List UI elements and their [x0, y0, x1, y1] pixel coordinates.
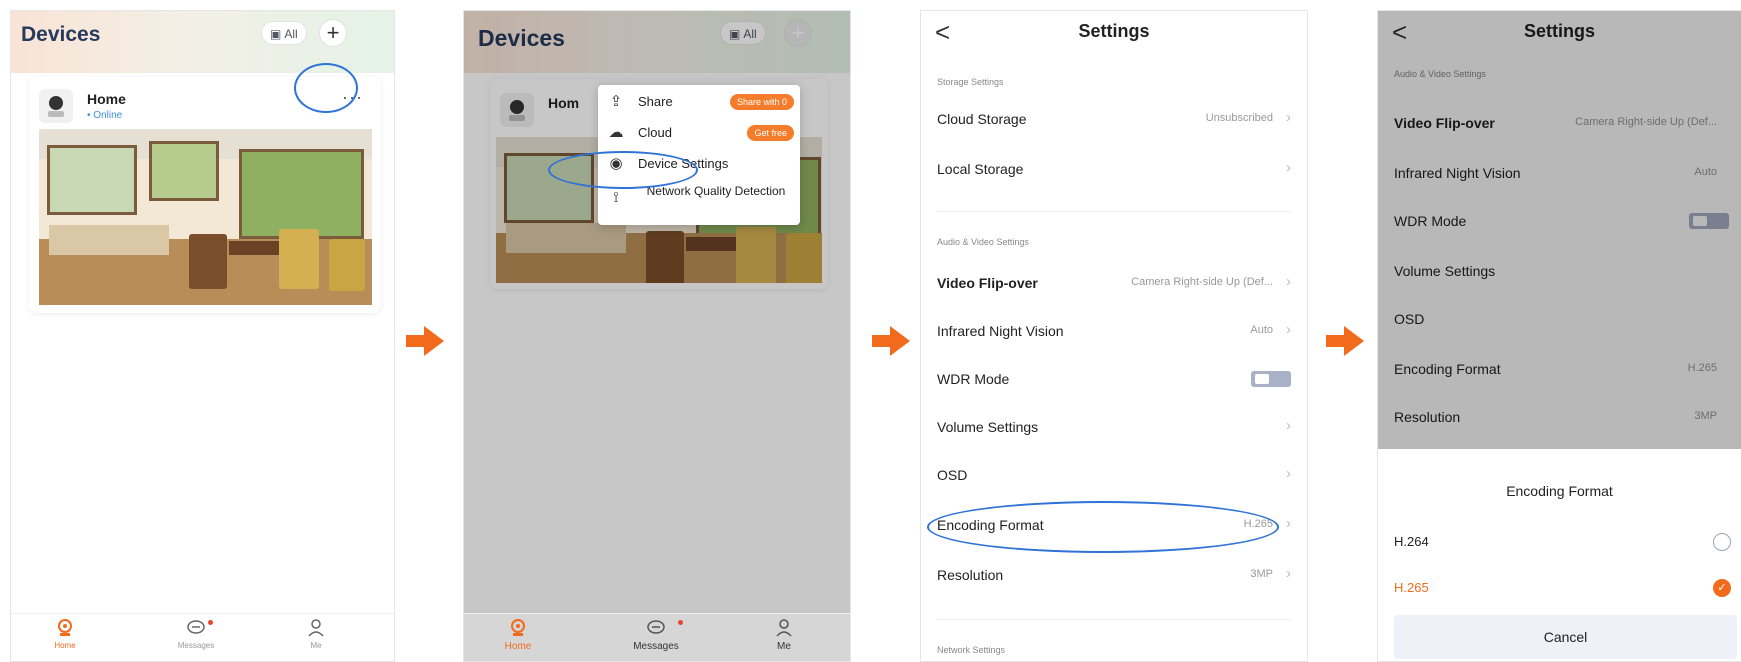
sheet-title: Encoding Format [1506, 483, 1613, 499]
row-label: WDR Mode [937, 371, 1010, 387]
tab-label: Me [310, 641, 322, 650]
row-value: Unsubscribed [1205, 112, 1273, 124]
menu-item-cloud[interactable]: ☁ Cloud Get free [598, 118, 800, 148]
radio-unselected-icon[interactable] [1713, 533, 1731, 551]
tab-me[interactable]: Me [276, 618, 356, 650]
filter-all-button[interactable]: ▣ All [261, 21, 307, 45]
chevron-right-icon: › [1286, 273, 1291, 290]
camera-preview-image[interactable] [39, 129, 372, 305]
camera-icon [39, 89, 73, 123]
share-badge: Share with 0 [729, 94, 794, 110]
row-label: Cloud Storage [937, 111, 1027, 127]
messages-icon [187, 620, 205, 634]
menu-label: Share [638, 94, 673, 109]
home-icon [58, 619, 72, 636]
tab-bar: Home Messages Me [464, 613, 850, 661]
device-status: • Online [87, 110, 123, 121]
wdr-toggle[interactable] [1251, 371, 1291, 387]
divider [937, 619, 1291, 620]
highlight-circle [548, 151, 698, 189]
screen-encoding-sheet: < Settings Audio & Video Settings Video … [1377, 10, 1741, 662]
option-label: H.265 [1394, 580, 1429, 595]
section-header-storage: Storage Settings [937, 77, 1004, 87]
unread-dot [678, 620, 683, 625]
arrow-right-icon [1326, 326, 1366, 356]
add-device-button[interactable]: + [319, 19, 347, 47]
row-value: 3MP [1250, 568, 1273, 580]
cancel-button[interactable]: Cancel [1394, 615, 1737, 659]
row-label: Resolution [937, 567, 1004, 583]
grid-icon: ▣ [270, 27, 282, 41]
row-infrared-night-vision[interactable]: Infrared Night Vision Auto › [937, 309, 1291, 353]
dim-overlay[interactable] [1378, 11, 1741, 449]
screen-device-menu: Devices ▣ All + Hom ⇪ Share Share with 0 … [463, 10, 851, 662]
chevron-right-icon: › [1286, 417, 1291, 434]
device-name: Home [87, 91, 126, 107]
row-local-storage[interactable]: Local Storage › [937, 147, 1291, 191]
chevron-right-icon: › [1286, 465, 1291, 482]
cloud-badge: Get free [747, 125, 794, 141]
chevron-right-icon: › [1286, 321, 1291, 338]
row-volume-settings[interactable]: Volume Settings › [937, 405, 1291, 449]
signal-icon: ⟟ [613, 189, 619, 206]
cloud-icon: ☁ [608, 124, 624, 141]
share-icon: ⇪ [609, 93, 623, 110]
chevron-right-icon: › [1286, 159, 1291, 176]
tab-messages[interactable]: Messages [616, 618, 696, 652]
checkmark-selected-icon[interactable]: ✓ [1713, 579, 1731, 597]
highlight-circle [294, 63, 358, 113]
row-label: Local Storage [937, 161, 1024, 177]
tab-messages[interactable]: Messages [156, 618, 236, 650]
row-label: OSD [937, 467, 968, 483]
row-video-flip[interactable]: Video Flip-over Camera Right-side Up (De… [937, 261, 1291, 305]
divider [937, 211, 1291, 212]
row-cloud-storage[interactable]: Cloud Storage Unsubscribed › [937, 97, 1291, 141]
page-title: Settings [1078, 21, 1150, 41]
tab-home[interactable]: Home [25, 618, 105, 650]
menu-item-share[interactable]: ⇪ Share Share with 0 [598, 87, 800, 117]
tab-label: Me [777, 641, 791, 652]
tab-me[interactable]: Me [744, 618, 824, 652]
tab-label: Home [504, 641, 532, 652]
section-header-audio-video: Audio & Video Settings [937, 237, 1029, 247]
tab-bar: Home Messages Me [11, 613, 394, 661]
unread-dot [208, 620, 213, 625]
row-value: Auto [1250, 324, 1273, 336]
page-title: Devices [21, 23, 101, 46]
row-wdr-mode: WDR Mode [937, 357, 1291, 401]
row-resolution[interactable]: Resolution 3MP › [937, 553, 1291, 597]
highlight-circle [927, 501, 1279, 553]
me-icon [308, 619, 324, 637]
messages-icon [647, 620, 665, 634]
row-label: Video Flip-over [937, 275, 1038, 291]
arrow-right-icon [872, 326, 912, 356]
me-icon [776, 619, 792, 637]
settings-header: < Settings [921, 11, 1307, 55]
row-label: Volume Settings [937, 419, 1039, 435]
menu-label: Network Quality Detection [646, 184, 786, 198]
home-icon [511, 619, 525, 636]
row-label: Infrared Night Vision [937, 323, 1064, 339]
screen-settings: < Settings Storage Settings Cloud Storag… [920, 10, 1308, 662]
option-h264[interactable]: H.264 [1394, 525, 1731, 559]
tab-home[interactable]: Home [478, 618, 558, 652]
row-value: Camera Right-side Up (Def... [1131, 276, 1273, 288]
tab-label: Messages [177, 641, 215, 650]
chevron-right-icon: › [1286, 109, 1291, 126]
section-header-network: Network Settings [937, 645, 1006, 655]
option-h265[interactable]: H.265 ✓ [1394, 571, 1731, 605]
tab-label: Home [54, 641, 76, 650]
chevron-right-icon: › [1286, 565, 1291, 582]
row-osd[interactable]: OSD › [937, 453, 1291, 497]
menu-label: Cloud [638, 125, 672, 140]
tab-label: Messages [633, 641, 679, 652]
filter-all-label: All [284, 27, 298, 41]
arrow-right-icon [406, 326, 446, 356]
chevron-right-icon: › [1286, 515, 1291, 532]
encoding-format-sheet: Encoding Format H.264 H.265 ✓ Cancel [1378, 449, 1741, 661]
option-label: H.264 [1394, 534, 1429, 549]
screen-devices: Devices ▣ All + Home • Online ··· Home Me… [10, 10, 395, 662]
